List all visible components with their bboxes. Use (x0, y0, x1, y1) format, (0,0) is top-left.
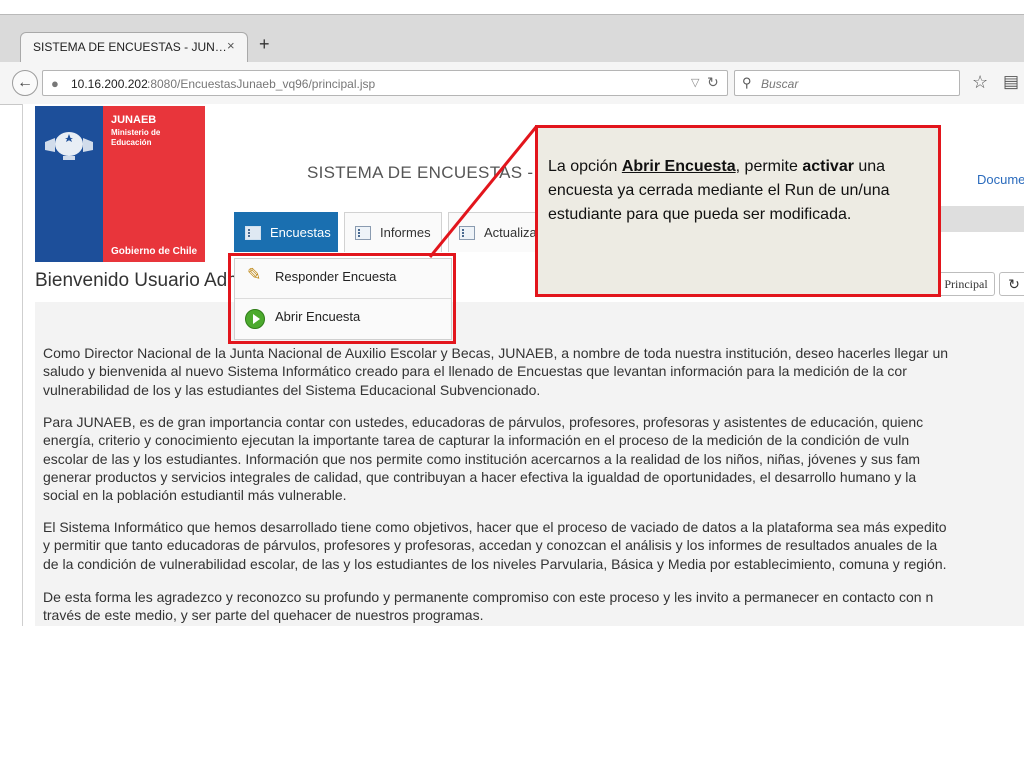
message-line: y permitir que tanto educadoras de párvu… (43, 537, 938, 554)
address-bar[interactable]: ● 10.16.200.202 :8080/EncuestasJunaeb_vq… (42, 70, 728, 96)
bookmarks-menu-icon[interactable]: ▤ (1003, 72, 1019, 92)
logo-blue-panel (35, 106, 103, 262)
tab-label: Informes (380, 225, 431, 240)
message-paragraph: Para JUNAEB, es de gran importancia cont… (43, 413, 1024, 504)
junaeb-logo[interactable]: JUNAEB Ministerio de Educación Gobierno … (35, 106, 205, 262)
logo-footer: Gobierno de Chile (111, 246, 198, 257)
search-input[interactable]: ⚲ Buscar (734, 70, 960, 96)
tab-informes[interactable]: Informes (344, 212, 442, 252)
new-tab-button[interactable]: + (259, 34, 270, 55)
header-strip (941, 206, 1024, 232)
list-icon (245, 226, 261, 240)
window-top-margin (0, 0, 1024, 14)
message-line: social en la población estudiantil más v… (43, 487, 347, 504)
tab-label: Actualiza (484, 225, 537, 240)
message-line: generar productos y servicios integrales… (43, 468, 917, 485)
message-line: de la condición de vulnerabilidad escola… (43, 555, 947, 572)
chevron-down-icon[interactable]: ▽ (691, 76, 699, 89)
logo-ministry-line1: Ministerio de (111, 128, 161, 137)
message-line: escolar de las y los estudiantes. Inform… (43, 450, 921, 467)
list-icon (355, 226, 371, 240)
message-paragraph: De esta forma les agradezco y reconozco … (43, 588, 1024, 625)
message-line: Como Director Nacional de la Junta Nacio… (43, 345, 949, 361)
tab-encuestas[interactable]: Encuestas (234, 212, 338, 252)
message-line: saludo y bienvenida al nuevo Sistema Inf… (43, 363, 907, 380)
message-line: De esta forma les agradezco y reconozco … (43, 589, 934, 605)
coat-of-arms-icon (45, 132, 93, 160)
globe-icon: ● (51, 76, 59, 91)
browser-tab[interactable]: SISTEMA DE ENCUESTAS - JUN… × (20, 32, 248, 62)
refresh-button[interactable]: ↻ (999, 272, 1024, 296)
reload-icon[interactable]: ↻ (707, 74, 719, 91)
refresh-icon: ↻ (1008, 276, 1020, 292)
message-line: Para JUNAEB, es de gran importancia cont… (43, 414, 924, 430)
message-line: energía, criterio y conocimiento ejecuta… (43, 432, 910, 449)
page-title: SISTEMA DE ENCUESTAS - J (307, 163, 548, 182)
search-placeholder: Buscar (761, 77, 799, 91)
close-icon[interactable]: × (227, 38, 235, 53)
back-button[interactable]: ← (12, 70, 38, 96)
bookmark-star-icon[interactable]: ☆ (972, 72, 988, 93)
list-icon (459, 226, 475, 240)
tab-label: Encuestas (270, 225, 331, 240)
annotation-callout: La opción Abrir Encuesta, permite activa… (535, 125, 941, 297)
message-paragraph: El Sistema Informático que hemos desarro… (43, 518, 1024, 573)
logo-ministry-line2: Educación (111, 138, 152, 147)
logo-brand: JUNAEB (111, 114, 157, 126)
principal-button[interactable]: Principal (937, 272, 995, 296)
documents-link[interactable]: Docume (977, 172, 1024, 187)
message-paragraph: Como Director Nacional de la Junta Nacio… (43, 344, 1024, 399)
url-path: :8080/EncuestasJunaeb_vq96/principal.jsp (147, 77, 376, 91)
callout-text: La opción Abrir Encuesta, permite activa… (548, 155, 934, 227)
callout-text-part: La opción (548, 158, 622, 175)
message-line: través de este medio, y ser parte del qu… (43, 607, 484, 624)
message-line: vulnerabilidad de los y las estudiantes … (43, 381, 541, 398)
callout-emphasis-activar: activar (802, 158, 854, 175)
logo-ministry: Ministerio de Educación (111, 128, 160, 148)
url-host: 10.16.200.202 (71, 77, 148, 91)
dropdown-highlight-box (228, 253, 456, 344)
callout-emphasis-abrir-encuesta: Abrir Encuesta (621, 158, 736, 175)
callout-text-part: , permite (735, 158, 803, 175)
search-icon: ⚲ (742, 75, 752, 90)
browser-tab-title: SISTEMA DE ENCUESTAS - JUN… (33, 40, 227, 54)
tab-actualizar[interactable]: Actualiza (448, 212, 538, 252)
welcome-heading: Bienvenido Usuario Adm (35, 270, 244, 291)
message-line: El Sistema Informático que hemos desarro… (43, 519, 947, 535)
